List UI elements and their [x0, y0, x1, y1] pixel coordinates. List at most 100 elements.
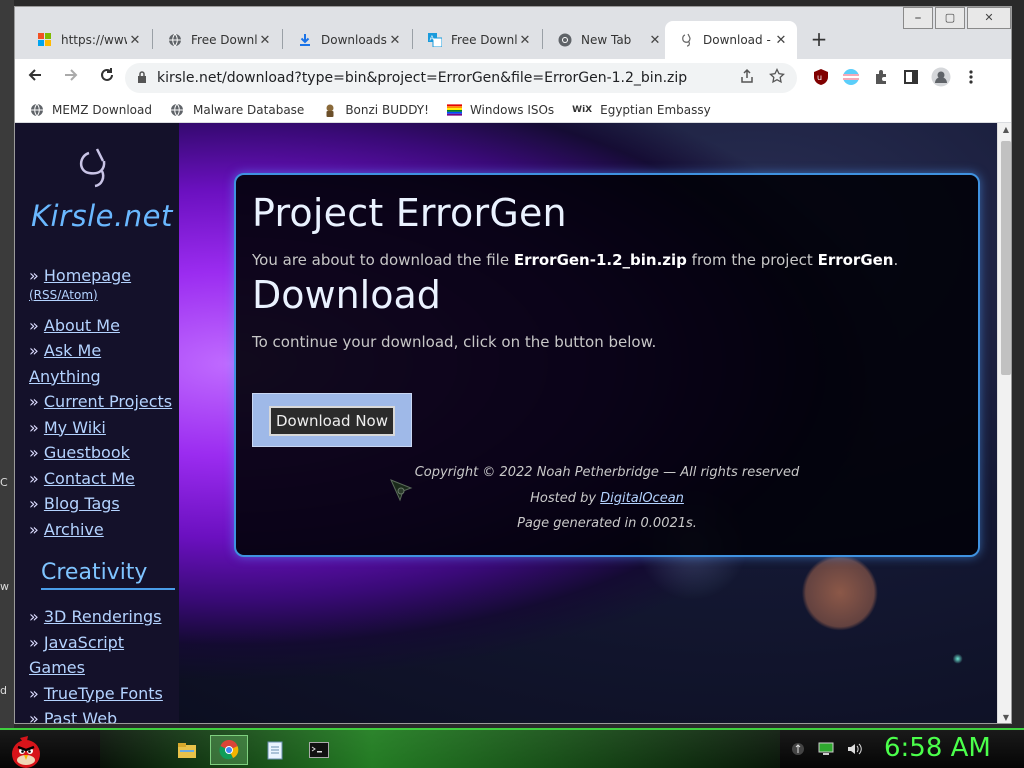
taskbar: 6:58 AM — [0, 728, 1024, 768]
nav-homepage[interactable]: » Homepage — [29, 263, 174, 289]
intro-text: You are about to download the file — [252, 251, 514, 269]
download-now-button[interactable]: Download Now — [269, 406, 395, 436]
tab-title: Download - — [703, 33, 771, 47]
trans-flag-icon[interactable] — [841, 67, 861, 87]
nav-link-label[interactable]: Current Projects — [44, 392, 172, 411]
bookmark-label: MEMZ Download — [52, 102, 152, 117]
close-icon[interactable]: ✕ — [647, 33, 663, 48]
scroll-down-arrow-icon[interactable]: ▼ — [998, 711, 1011, 723]
file-name: ErrorGen-1.2_bin.zip — [513, 251, 687, 269]
bookmark-bonzi-buddy[interactable]: Bonzi BUDDY! — [322, 102, 429, 117]
nav-truetype-fonts[interactable]: » TrueType Fonts — [29, 681, 174, 707]
nav-link-label[interactable]: Archive — [44, 520, 104, 539]
tab-6-active[interactable]: Download - ✕ — [665, 21, 797, 59]
maximize-button[interactable]: ▢ — [935, 7, 965, 29]
nav-rss-atom[interactable]: (RSS/Atom) — [29, 287, 174, 303]
close-window-button[interactable]: ✕ — [967, 7, 1011, 29]
share-icon[interactable] — [739, 68, 755, 88]
star-icon[interactable] — [769, 67, 785, 88]
globe-icon — [29, 102, 44, 117]
nav-link-label[interactable]: Blog Tags — [44, 494, 120, 513]
taskbar-clock[interactable]: 6:58 AM — [884, 733, 991, 763]
profile-avatar-icon[interactable] — [931, 67, 951, 87]
site-logo-text[interactable]: Kirsle.net — [31, 199, 173, 233]
tab-2[interactable]: Free Downlo ✕ — [153, 21, 281, 59]
browser-toolbar: kirsle.net/download?type=bin&project=Err… — [15, 59, 1011, 97]
usb-icon[interactable] — [790, 741, 806, 757]
nav-guestbook[interactable]: » Guestbook — [29, 440, 174, 466]
nav-bullet: » — [29, 468, 44, 488]
nav-link-label[interactable]: (RSS/Atom) — [29, 288, 98, 302]
forward-button[interactable] — [55, 62, 87, 94]
nav-link-label[interactable]: Homepage — [44, 266, 131, 285]
nav-javascript-games-cont[interactable]: Games — [29, 655, 174, 681]
nav-link-label[interactable]: JavaScript — [44, 633, 124, 652]
new-tab-button[interactable]: + — [805, 25, 833, 53]
kirsle-logo-icon — [79, 148, 106, 188]
close-icon[interactable]: ✕ — [257, 33, 273, 48]
bookmarks-bar: MEMZ Download Malware Database Bonzi BUD… — [15, 97, 1011, 123]
ublock-icon[interactable]: u — [811, 67, 831, 87]
nav-blog-tags[interactable]: » Blog Tags — [29, 491, 174, 517]
terminal-icon[interactable] — [300, 735, 338, 765]
desktop-text-fragment: d — [0, 684, 7, 697]
reload-button[interactable] — [91, 62, 123, 94]
nav-link-label[interactable]: TrueType Fonts — [44, 684, 163, 703]
minimize-button[interactable]: ⎯ — [903, 7, 933, 29]
volume-icon[interactable] — [846, 741, 862, 757]
nav-link-label[interactable]: Past Web — [44, 709, 117, 723]
bookmark-memz-download[interactable]: MEMZ Download — [29, 102, 152, 117]
svg-text:u: u — [817, 73, 822, 82]
bookmark-windows-isos[interactable]: Windows ISOs — [446, 102, 554, 117]
lock-icon — [137, 70, 147, 86]
mouse-cursor-icon — [390, 479, 413, 502]
bookmark-egyptian-embassy[interactable]: WiX Egyptian Embassy — [572, 102, 711, 117]
nav-about-me[interactable]: » About Me — [29, 313, 174, 339]
digitalocean-link[interactable]: DigitalOcean — [600, 491, 684, 506]
nav-past-web[interactable]: » Past Web — [29, 706, 174, 723]
nav-ask-me-anything[interactable]: » Ask Me Anything — [29, 338, 174, 389]
close-icon[interactable]: ✕ — [127, 33, 143, 48]
nav-link-label[interactable]: Contact Me — [44, 469, 135, 488]
nav-javascript-games[interactable]: » JavaScript — [29, 630, 174, 656]
nav-3d-renderings[interactable]: » 3D Renderings — [29, 604, 174, 630]
download-icon — [297, 32, 313, 48]
sidepanel-icon[interactable] — [901, 67, 921, 87]
scroll-thumb[interactable] — [1001, 141, 1011, 375]
address-bar[interactable]: kirsle.net/download?type=bin&project=Err… — [125, 63, 797, 93]
tab-3[interactable]: Downloads ✕ — [283, 21, 411, 59]
back-arrow-icon — [28, 69, 41, 81]
more-menu-icon[interactable] — [961, 67, 981, 87]
site-sidebar: Kirsle.net » Homepage (RSS/Atom) » About… — [15, 123, 179, 723]
tab-5[interactable]: New Tab ✕ — [543, 21, 671, 59]
network-icon[interactable] — [818, 741, 834, 757]
wix-icon: WiX — [572, 104, 593, 115]
file-explorer-icon[interactable] — [168, 735, 206, 765]
page-scrollbar[interactable]: ▲ ▼ — [997, 123, 1011, 723]
nav-link-label[interactable]: About Me — [44, 316, 120, 335]
nav-bullet: » — [29, 494, 44, 513]
angry-bird-start-icon[interactable] — [6, 730, 46, 768]
bookmark-malware-database[interactable]: Malware Database — [170, 102, 304, 117]
puzzle-extensions-icon[interactable] — [871, 67, 891, 87]
nav-current-projects[interactable]: » Current Projects — [29, 389, 174, 415]
nav-link-label[interactable]: 3D Renderings — [44, 607, 162, 626]
notepad-icon[interactable] — [256, 735, 294, 765]
close-icon[interactable]: ✕ — [773, 33, 789, 48]
tab-4[interactable]: A Free Downlo ✕ — [413, 21, 541, 59]
reload-icon — [101, 68, 113, 81]
close-icon[interactable]: ✕ — [387, 33, 403, 48]
forward-arrow-icon — [65, 69, 78, 81]
nav-link-label[interactable]: Guestbook — [44, 443, 130, 462]
scroll-up-arrow-icon[interactable]: ▲ — [998, 123, 1011, 137]
nav-link-label[interactable]: Games — [29, 658, 85, 677]
tab-1[interactable]: https://www ✕ — [23, 21, 151, 59]
nav-archive[interactable]: » Archive — [29, 517, 174, 543]
close-icon[interactable]: ✕ — [517, 33, 533, 48]
nav-contact-me[interactable]: » Contact Me — [29, 466, 174, 492]
back-button[interactable] — [19, 62, 51, 94]
chrome-taskbar-icon[interactable] — [210, 735, 248, 765]
nav-my-wiki[interactable]: » My Wiki — [29, 415, 174, 441]
nav-link-label[interactable]: My Wiki — [44, 418, 106, 437]
tab-title: https://www — [61, 33, 127, 47]
